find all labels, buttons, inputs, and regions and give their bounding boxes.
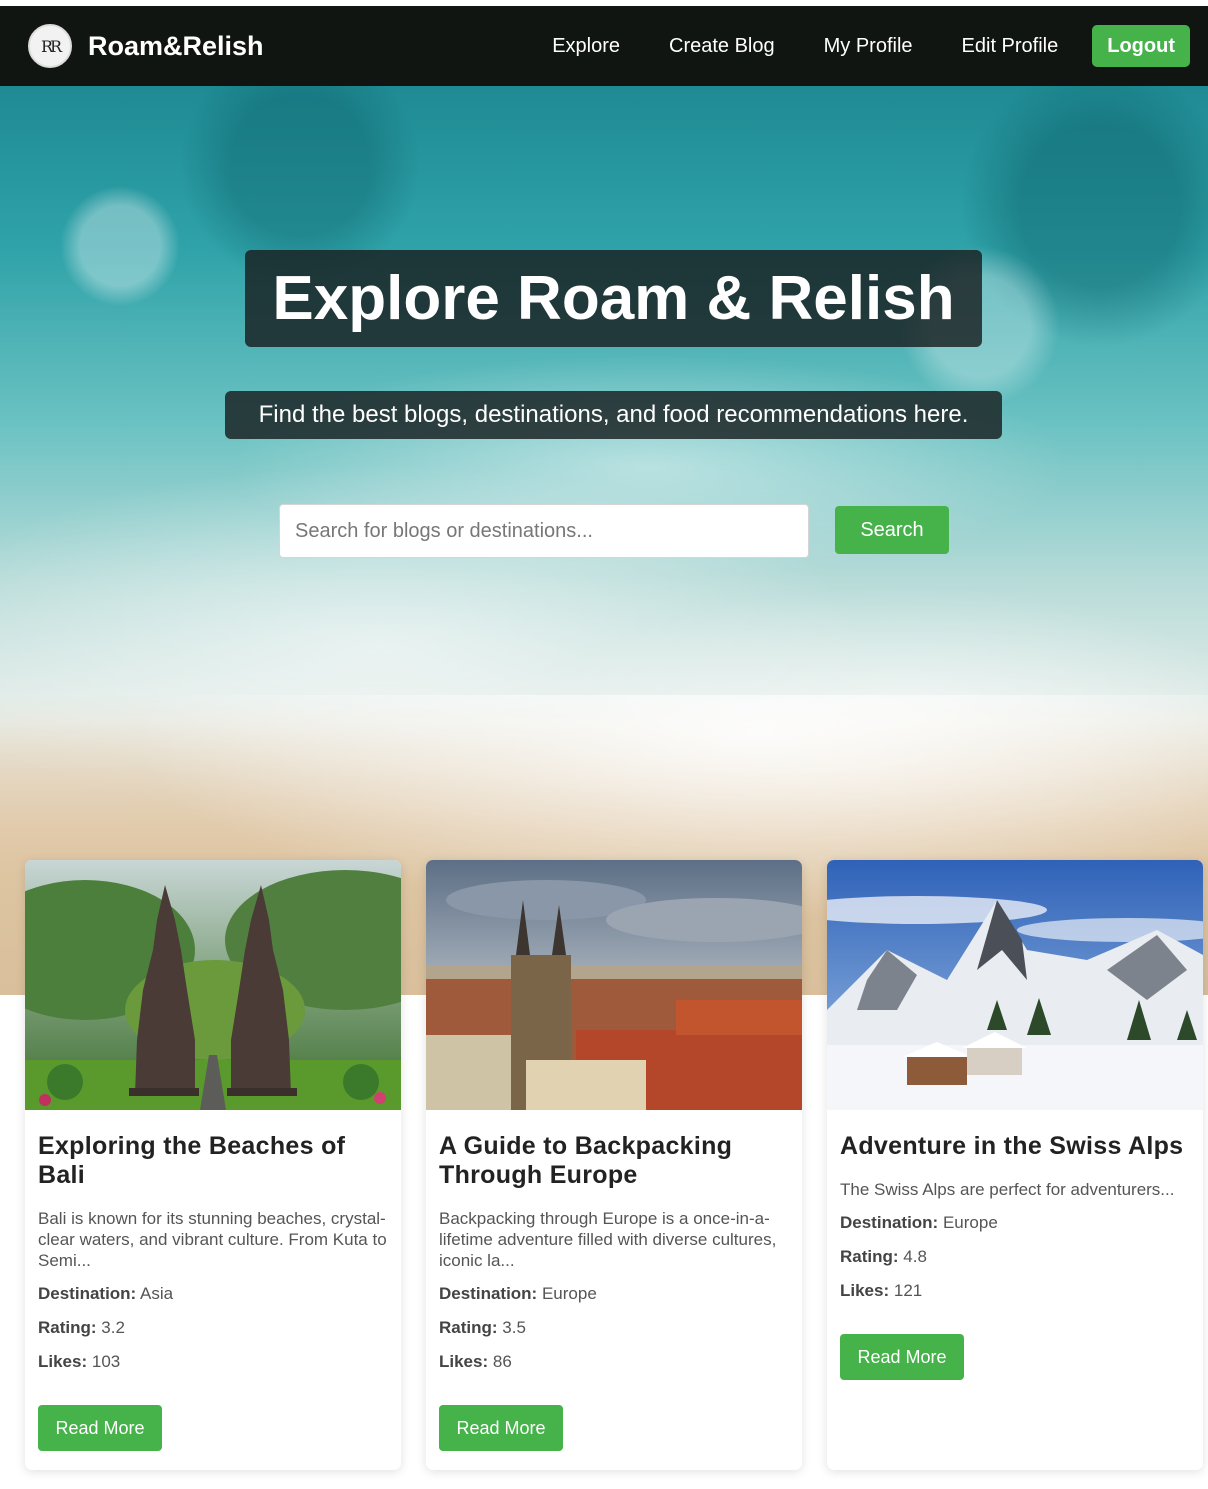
rating-value: 3.5: [502, 1318, 526, 1337]
destination-value: Europe: [541, 1284, 597, 1303]
card-excerpt: Backpacking through Europe is a once-in-…: [439, 1209, 777, 1270]
hero-title: Explore Roam & Relish: [245, 250, 982, 347]
read-more-button[interactable]: Read More: [38, 1405, 162, 1451]
likes-value: 121: [893, 1281, 923, 1300]
card-likes: Likes: 86: [439, 1352, 789, 1372]
rating-value: 3.2: [101, 1318, 125, 1337]
card-likes: Likes: 121: [840, 1281, 1190, 1301]
rating-label: Rating:: [840, 1247, 899, 1266]
destination-label: Destination:: [38, 1284, 137, 1303]
card-rating: Rating: 3.2: [38, 1318, 388, 1338]
card-rating: Rating: 3.5: [439, 1318, 789, 1338]
card-title[interactable]: Adventure in the Swiss Alps: [840, 1132, 1190, 1161]
read-more-button[interactable]: Read More: [439, 1405, 563, 1451]
card-likes: Likes: 103: [38, 1352, 388, 1372]
blog-cards: Exploring the Beaches of Bali Bali is kn…: [25, 860, 1203, 1470]
likes-value: 103: [91, 1352, 121, 1371]
read-more-button[interactable]: Read More: [840, 1334, 964, 1380]
rating-label: Rating:: [439, 1318, 498, 1337]
nav-link-my-profile[interactable]: My Profile: [824, 35, 913, 58]
logout-button[interactable]: Logout: [1092, 25, 1190, 67]
search-input[interactable]: [279, 504, 809, 558]
destination-value: Asia: [140, 1284, 174, 1303]
nav-link-create-blog[interactable]: Create Blog: [669, 35, 775, 58]
card-excerpt: The Swiss Alps are perfect for adventure…: [840, 1180, 1175, 1199]
card-title[interactable]: A Guide to Backpacking Through Europe: [439, 1132, 789, 1190]
nav-link-edit-profile[interactable]: Edit Profile: [962, 35, 1059, 58]
likes-label: Likes:: [439, 1352, 489, 1371]
card-destination: Destination: Europe: [439, 1284, 789, 1304]
likes-value: 86: [492, 1352, 512, 1371]
hero-section: Explore Roam & Relish Find the best blog…: [0, 86, 1208, 995]
search-button[interactable]: Search: [835, 506, 949, 554]
card-excerpt: Bali is known for its stunning beaches, …: [38, 1209, 387, 1270]
destination-value: Europe: [942, 1213, 998, 1232]
rating-value: 4.8: [903, 1247, 927, 1266]
nav-link-explore[interactable]: Explore: [552, 35, 620, 58]
likes-label: Likes:: [38, 1352, 88, 1371]
blog-card: Adventure in the Swiss Alps The Swiss Al…: [827, 860, 1203, 1470]
rating-label: Rating:: [38, 1318, 97, 1337]
card-destination: Destination: Europe: [840, 1213, 1190, 1233]
card-title[interactable]: Exploring the Beaches of Bali: [38, 1132, 388, 1190]
bali-gate-image: [25, 860, 401, 1110]
destination-label: Destination:: [840, 1213, 939, 1232]
destination-label: Destination:: [439, 1284, 538, 1303]
swiss-alps-image: [827, 860, 1203, 1110]
card-destination: Destination: Asia: [38, 1284, 388, 1304]
logo[interactable]: RR: [28, 24, 72, 68]
brand-name[interactable]: Roam&Relish: [88, 31, 264, 62]
hero-subtitle: Find the best blogs, destinations, and f…: [225, 391, 1002, 439]
prague-city-image: [426, 860, 802, 1110]
likes-label: Likes:: [840, 1281, 890, 1300]
card-rating: Rating: 4.8: [840, 1247, 1190, 1267]
blog-card: A Guide to Backpacking Through Europe Ba…: [426, 860, 802, 1470]
nav-links: Explore Create Blog My Profile Edit Prof…: [552, 25, 1190, 67]
navbar: RR Roam&Relish Explore Create Blog My Pr…: [0, 6, 1208, 86]
blog-card: Exploring the Beaches of Bali Bali is kn…: [25, 860, 401, 1470]
